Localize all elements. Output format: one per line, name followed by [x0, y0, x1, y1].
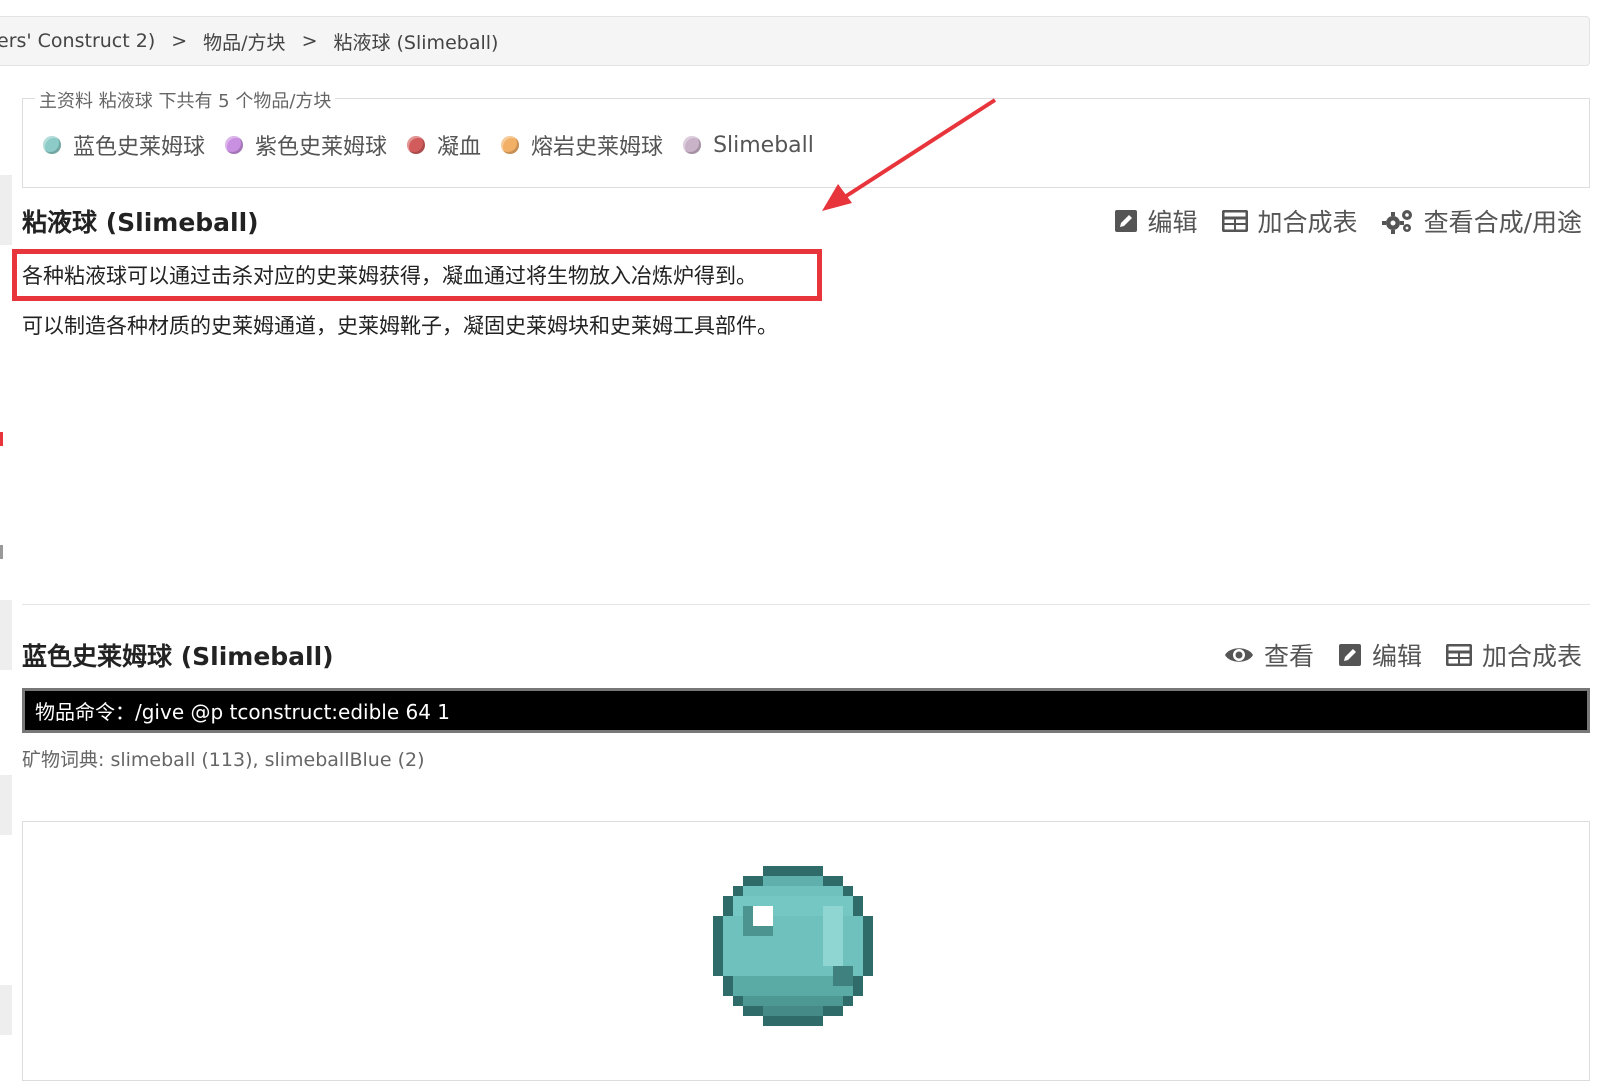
ore-dictionary: 矿物词典: slimeball (113), slimeballBlue (2): [22, 749, 425, 771]
breadcrumb-item-category[interactable]: 物品/方块: [203, 28, 285, 55]
table-icon: [1445, 644, 1472, 666]
gears-icon: [1381, 210, 1412, 234]
edit-icon: [1114, 210, 1137, 232]
main-item-title: 粘液球 (Slimeball): [22, 208, 259, 237]
left-edge-marks: [0, 175, 12, 1035]
item-image-panel: [22, 821, 1590, 1081]
variant-item[interactable]: 紫色史莱姆球: [225, 129, 387, 161]
variant-item[interactable]: 凝血: [407, 129, 481, 161]
variant-label: 熔岩史莱姆球: [531, 135, 664, 160]
variant-label: 紫色史莱姆球: [255, 135, 388, 160]
sub-item-actions: 查看 编辑 加合成表: [1200, 637, 1582, 673]
breadcrumb-item-mod[interactable]: ers' Construct 2): [0, 30, 155, 52]
variant-label: 蓝色史莱姆球: [73, 135, 206, 160]
main-item-actions: 编辑 加合成表 查看合成/用途: [1090, 203, 1582, 239]
add-recipe-label: 加合成表: [1481, 642, 1582, 671]
variants-list: 蓝色史莱姆球 紫色史莱姆球 凝血 熔岩史莱姆球 Slimeball: [43, 129, 834, 161]
breadcrumb-separator: >: [171, 30, 188, 52]
view-label: 查看: [1263, 642, 1314, 671]
edit-label: 编辑: [1147, 208, 1198, 237]
edit-button[interactable]: 编辑: [1114, 203, 1198, 239]
variants-legend: 主资料 粘液球 下共有 5 个物品/方块: [35, 87, 336, 113]
add-recipe-label: 加合成表: [1257, 208, 1358, 237]
variant-label: Slimeball: [713, 132, 814, 158]
blood-icon: [407, 136, 426, 154]
variants-box: 主资料 粘液球 下共有 5 个物品/方块 蓝色史莱姆球 紫色史莱姆球 凝血 熔岩…: [22, 87, 1590, 188]
edit-label: 编辑: [1371, 642, 1422, 671]
give-command-text: 物品命令：/give @p tconstruct:edible 64 1: [35, 700, 451, 724]
section-divider: [22, 604, 1590, 605]
give-command-bar[interactable]: 物品命令：/give @p tconstruct:edible 64 1: [22, 688, 1590, 733]
variant-label: 凝血: [437, 135, 482, 160]
annotation-highlight-box: [12, 249, 822, 301]
slimeball-magma-icon: [501, 136, 520, 154]
breadcrumb-separator: >: [301, 30, 318, 52]
slimeball-purple-icon: [225, 136, 244, 154]
main-item-description-2: 可以制造各种材质的史莱姆通道，史莱姆靴子，凝固史莱姆块和史莱姆工具部件。: [22, 314, 778, 338]
variant-item[interactable]: 熔岩史莱姆球: [501, 129, 663, 161]
variant-item[interactable]: Slimeball: [683, 133, 814, 158]
view-button[interactable]: 查看: [1224, 637, 1314, 673]
view-usage-button[interactable]: 查看合成/用途: [1381, 203, 1582, 239]
slimeball-blue-icon: [43, 136, 61, 154]
slimeball-pink-icon: [683, 136, 702, 154]
breadcrumb-item-current: 粘液球 (Slimeball): [333, 31, 499, 54]
view-usage-label: 查看合成/用途: [1423, 208, 1582, 237]
sub-item-title: 蓝色史莱姆球 (Slimeball): [22, 642, 334, 671]
edit-button[interactable]: 编辑: [1338, 637, 1422, 673]
eye-icon: [1224, 648, 1253, 662]
table-icon: [1221, 210, 1248, 232]
add-recipe-button[interactable]: 加合成表: [1445, 637, 1582, 673]
edit-icon: [1338, 644, 1361, 666]
breadcrumb: ers' Construct 2) > 物品/方块 > 粘液球 (Slimeba…: [0, 16, 1590, 66]
variant-item[interactable]: 蓝色史莱姆球: [43, 129, 205, 161]
slimeball-blue-icon: [713, 866, 873, 1026]
add-recipe-button[interactable]: 加合成表: [1221, 203, 1358, 239]
